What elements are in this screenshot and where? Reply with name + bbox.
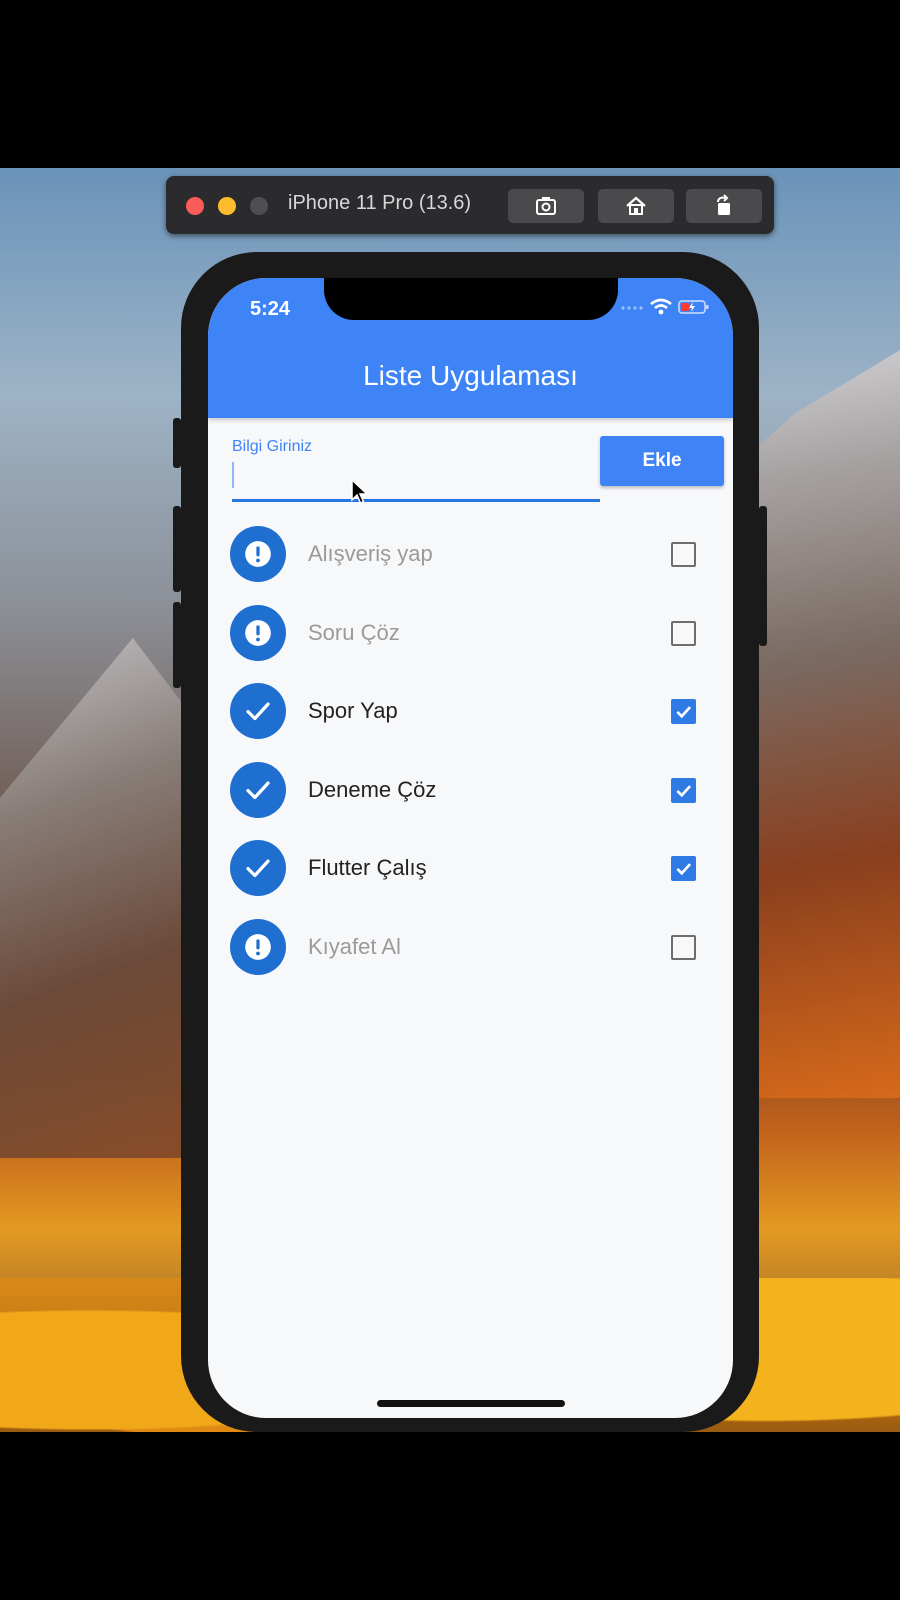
status-avatar	[230, 840, 286, 897]
list-item-label: Alışveriş yap	[308, 541, 433, 566]
status-avatar	[230, 604, 286, 661]
home-indicator	[377, 1400, 565, 1407]
power-button	[759, 506, 767, 646]
list-item[interactable]: Soru Çöz	[208, 604, 733, 684]
list-item-label: Deneme Çöz	[308, 776, 437, 802]
input-underline	[232, 499, 600, 502]
status-icons	[620, 298, 710, 316]
exclamation-icon	[245, 619, 271, 646]
app-title: Liste Uygulaması	[363, 360, 578, 391]
zoom-window-button[interactable]	[250, 197, 268, 215]
screenshot-icon	[536, 197, 556, 215]
text-caret	[232, 462, 234, 488]
volume-down-button	[173, 602, 181, 688]
rotate-icon	[717, 194, 730, 215]
add-button[interactable]: Ekle	[600, 436, 724, 486]
list-item[interactable]: Alışveriş yap	[208, 526, 733, 605]
minimize-window-button[interactable]	[218, 197, 236, 215]
status-avatar	[230, 761, 286, 818]
status-avatar	[230, 918, 286, 975]
input-label: Bilgi Giriniz	[232, 438, 313, 455]
app-bar: 5:24 Liste Uygulaması	[208, 278, 733, 418]
simulator-title: iPhone 11 Pro (13.6)	[288, 192, 472, 214]
status-avatar	[230, 683, 286, 740]
rotate-button[interactable]	[686, 189, 762, 223]
status-time: 5:24	[250, 298, 291, 320]
mouse-cursor-icon	[351, 478, 369, 505]
phone-notch	[324, 278, 618, 320]
exclamation-icon	[245, 541, 271, 567]
todo-list: Alışveriş yap Soru Çöz Spor Yap Deneme Çöz F…	[208, 526, 733, 998]
close-window-button[interactable]	[186, 197, 204, 215]
simulator-title-bar: iPhone 11 Pro (13.6)	[166, 176, 774, 234]
list-item-label: Kıyafet Al	[308, 933, 401, 959]
todo-checkbox[interactable]	[671, 934, 696, 960]
todo-checkbox[interactable]	[671, 699, 696, 725]
checkmark-icon	[676, 863, 692, 876]
status-avatar	[230, 526, 286, 582]
list-item[interactable]: Deneme Çöz	[208, 761, 733, 841]
home-icon	[626, 196, 646, 215]
checkmark-icon	[676, 706, 692, 719]
list-item[interactable]: Spor Yap	[208, 683, 733, 762]
wifi-icon	[650, 298, 672, 315]
list-item-label: Spor Yap	[308, 698, 398, 724]
checkmark-icon	[676, 785, 692, 797]
battery-charging-icon	[678, 300, 709, 314]
info-input[interactable]	[232, 458, 602, 498]
todo-checkbox[interactable]	[671, 777, 696, 803]
check-icon	[246, 702, 270, 721]
exclamation-icon	[245, 934, 271, 960]
todo-checkbox[interactable]	[671, 620, 696, 646]
list-item-label: Flutter Çalış	[308, 855, 427, 881]
check-icon	[246, 781, 270, 799]
list-item[interactable]: Kıyafet Al	[208, 918, 733, 998]
home-button[interactable]	[598, 189, 674, 223]
signal-dots-icon	[621, 306, 643, 310]
app-screen: 5:24 Liste Uygulaması Bilgi Giriniz Ekle	[208, 278, 733, 1418]
volume-up-button	[173, 506, 181, 592]
list-item[interactable]: Flutter Çalış	[208, 840, 733, 919]
list-item-label: Soru Çöz	[308, 619, 400, 645]
todo-checkbox[interactable]	[671, 856, 696, 882]
screenshot-button[interactable]	[508, 189, 584, 223]
mute-switch	[173, 418, 181, 468]
todo-checkbox[interactable]	[671, 542, 696, 567]
check-icon	[246, 859, 270, 878]
